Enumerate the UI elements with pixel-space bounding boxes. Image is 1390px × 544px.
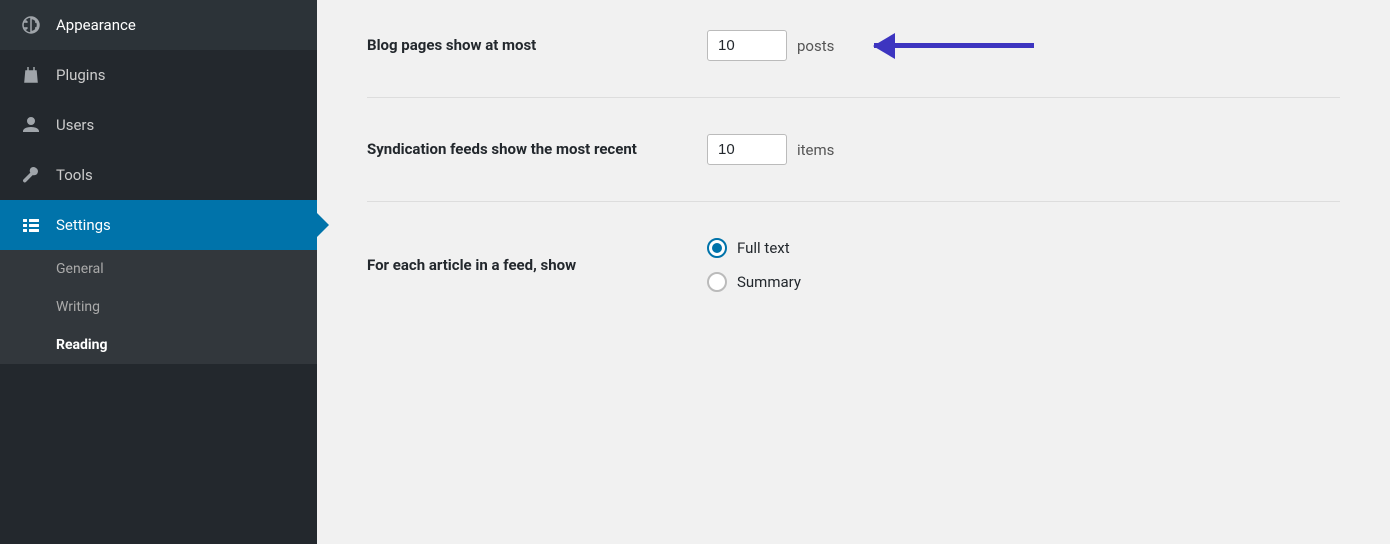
syndication-label: Syndication feeds show the most recent [367,138,707,161]
syndication-input[interactable] [707,134,787,165]
users-icon [20,114,42,136]
sidebar-item-settings[interactable]: Settings [0,200,317,250]
radio-full-text-circle [707,238,727,258]
blog-pages-label: Blog pages show at most [367,34,707,57]
sidebar-item-plugins-label: Plugins [56,66,105,84]
sidebar-item-users-label: Users [56,116,94,134]
sidebar-item-tools-label: Tools [56,166,93,184]
sidebar-item-users[interactable]: Users [0,100,317,150]
sidebar-item-tools[interactable]: Tools [0,150,317,200]
sidebar-item-appearance[interactable]: Appearance [0,0,317,50]
appearance-icon [20,14,42,36]
arrow-head [873,33,895,59]
sidebar-item-settings-label: Settings [56,216,111,234]
sidebar-item-plugins[interactable]: Plugins [0,50,317,100]
sidebar-item-appearance-label: Appearance [56,16,136,34]
radio-group: Full text Summary [707,238,801,292]
submenu-reading[interactable]: Reading [0,326,317,364]
sidebar: Appearance Plugins Users Tools Settings … [0,0,317,544]
feed-display-label: For each article in a feed, show [367,254,707,277]
arrow-annotation [874,43,1034,48]
syndication-unit: items [797,141,834,159]
main-content: Blog pages show at most posts Syndicatio… [317,0,1390,544]
radio-full-text[interactable]: Full text [707,238,801,258]
submenu-general[interactable]: General [0,250,317,288]
submenu-writing[interactable]: Writing [0,288,317,326]
feed-display-control: Full text Summary [707,238,1340,292]
radio-summary-circle [707,272,727,292]
blog-pages-input[interactable] [707,30,787,61]
feed-display-row: For each article in a feed, show Full te… [367,238,1340,328]
radio-summary-label: Summary [737,273,801,291]
arrow-line [874,43,1034,48]
syndication-row: Syndication feeds show the most recent i… [367,134,1340,202]
settings-submenu: General Writing Reading [0,250,317,364]
blog-pages-row: Blog pages show at most posts [367,30,1340,98]
tools-icon [20,164,42,186]
blog-pages-unit: posts [797,37,834,55]
blog-pages-control: posts [707,30,1340,61]
radio-full-text-label: Full text [737,239,790,257]
syndication-control: items [707,134,1340,165]
plugins-icon [20,64,42,86]
settings-icon [20,214,42,236]
radio-summary[interactable]: Summary [707,272,801,292]
